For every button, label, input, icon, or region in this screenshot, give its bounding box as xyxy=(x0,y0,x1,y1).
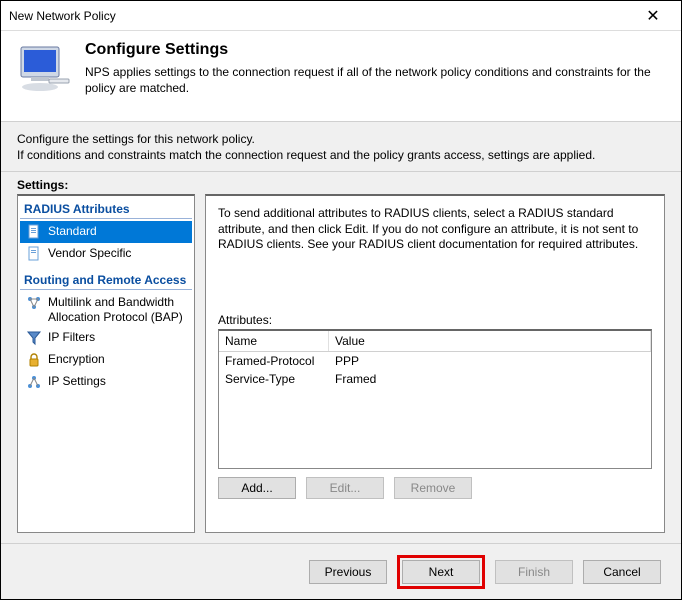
next-button[interactable]: Next xyxy=(402,560,480,584)
previous-button[interactable]: Previous xyxy=(309,560,387,584)
section-routing-remote: Routing and Remote Access xyxy=(20,271,192,290)
cell-value: Framed xyxy=(329,371,651,387)
highlight-box: Next xyxy=(397,555,485,589)
table-header: Name Value xyxy=(219,331,651,352)
funnel-icon xyxy=(26,330,42,346)
sidebar-item-label: Vendor Specific xyxy=(48,246,131,260)
remove-button[interactable]: Remove xyxy=(394,477,472,499)
sidebar-item-label: IP Filters xyxy=(48,330,95,344)
sidebar-item-encryption[interactable]: Encryption xyxy=(20,349,192,371)
table-row[interactable]: Service-Type Framed xyxy=(219,370,651,388)
sidebar-item-bap[interactable]: Multilink and Bandwidth Allocation Proto… xyxy=(20,292,192,327)
document-icon xyxy=(26,246,42,262)
instruction-line1: Configure the settings for this network … xyxy=(17,132,665,148)
edit-button[interactable]: Edit... xyxy=(306,477,384,499)
attribute-buttons: Add... Edit... Remove xyxy=(218,477,652,499)
table-row[interactable]: Framed-Protocol PPP xyxy=(219,352,651,370)
cancel-button[interactable]: Cancel xyxy=(583,560,661,584)
finish-button[interactable]: Finish xyxy=(495,560,573,584)
sidebar-item-label: IP Settings xyxy=(48,374,106,388)
network-icon xyxy=(26,374,42,390)
attributes-table[interactable]: Name Value Framed-Protocol PPP Service-T… xyxy=(218,329,652,469)
settings-tree[interactable]: RADIUS Attributes Standard Vendor Specif… xyxy=(17,194,195,533)
instruction-line2: If conditions and constraints match the … xyxy=(17,148,665,164)
sidebar-item-label: Standard xyxy=(48,224,97,238)
titlebar: New Network Policy ✕ xyxy=(1,1,681,31)
lock-icon xyxy=(26,352,42,368)
header-title: Configure Settings xyxy=(85,41,667,59)
sidebar-item-label: Multilink and Bandwidth Allocation Proto… xyxy=(48,295,188,324)
main-panel: To send additional attributes to RADIUS … xyxy=(205,194,665,533)
header-text: Configure Settings NPS applies settings … xyxy=(85,41,667,111)
window-title: New Network Policy xyxy=(9,9,633,23)
document-icon xyxy=(26,224,42,240)
section-radius-attributes: RADIUS Attributes xyxy=(20,200,192,219)
close-button[interactable]: ✕ xyxy=(633,2,673,30)
cell-name: Service-Type xyxy=(219,371,329,387)
sidebar-item-ip-settings[interactable]: IP Settings xyxy=(20,371,192,393)
cell-value: PPP xyxy=(329,353,651,369)
main-hint: To send additional attributes to RADIUS … xyxy=(218,206,652,253)
add-button[interactable]: Add... xyxy=(218,477,296,499)
body: RADIUS Attributes Standard Vendor Specif… xyxy=(1,194,681,543)
cell-name: Framed-Protocol xyxy=(219,353,329,369)
column-value[interactable]: Value xyxy=(329,331,651,351)
wizard-icon xyxy=(15,41,73,99)
header-desc: NPS applies settings to the connection r… xyxy=(85,65,667,96)
column-name[interactable]: Name xyxy=(219,331,329,351)
sidebar-item-standard[interactable]: Standard xyxy=(20,221,192,243)
settings-label: Settings: xyxy=(1,172,681,194)
dialog-window: New Network Policy ✕ Configure Settings … xyxy=(0,0,682,600)
header: Configure Settings NPS applies settings … xyxy=(1,31,681,121)
instruction-band: Configure the settings for this network … xyxy=(1,121,681,172)
sidebar-item-label: Encryption xyxy=(48,352,105,366)
sidebar-item-vendor-specific[interactable]: Vendor Specific xyxy=(20,243,192,265)
wizard-footer: Previous Next Finish Cancel xyxy=(1,543,681,599)
network-icon xyxy=(26,295,42,311)
sidebar-item-ip-filters[interactable]: IP Filters xyxy=(20,327,192,349)
attributes-label: Attributes: xyxy=(218,313,652,327)
